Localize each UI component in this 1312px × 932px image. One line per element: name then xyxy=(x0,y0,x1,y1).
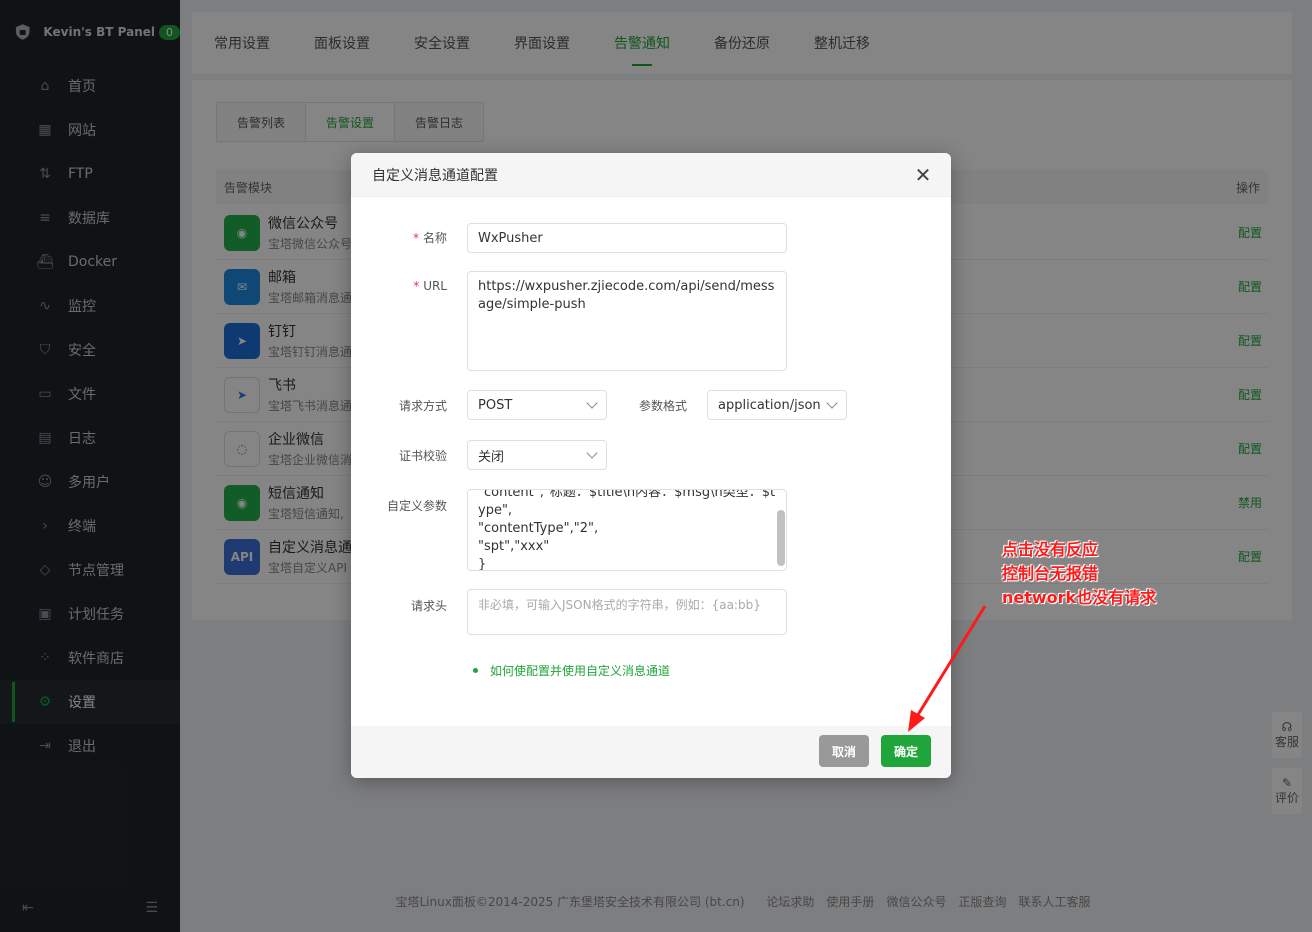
params-value: "content","标题：$title\n内容：$msg\n类型：$type"… xyxy=(478,489,776,571)
params-label: 自定义参数 xyxy=(386,499,447,513)
params-textarea[interactable]: "content","标题：$title\n内容：$msg\n类型：$type"… xyxy=(467,489,787,571)
help-link[interactable]: 如何使配置并使用自定义消息通道 xyxy=(473,662,670,679)
close-icon[interactable]: ✕ xyxy=(913,165,933,185)
cancel-button[interactable]: 取消 xyxy=(819,735,869,767)
modal-footer: 取消 确定 xyxy=(351,726,951,778)
custom-channel-modal: 自定义消息通道配置 ✕ * 名称 WxPusher * URL https://wx… xyxy=(351,153,951,778)
format-value: application/json xyxy=(718,397,821,413)
url-label: * URL xyxy=(413,279,447,293)
url-textarea[interactable]: https://wxpusher.zjiecode.com/api/send/m… xyxy=(467,271,787,371)
confirm-button[interactable]: 确定 xyxy=(881,735,931,767)
cert-value: 关闭 xyxy=(478,449,505,465)
scrollbar[interactable] xyxy=(777,510,785,566)
annotation-text: 点击没有反应 控制台无报错 network也没有请求 xyxy=(1002,540,1157,607)
chevron-down-icon xyxy=(586,447,598,459)
method-value: POST xyxy=(478,397,513,413)
cert-select[interactable]: 关闭 xyxy=(467,440,607,470)
name-input[interactable]: WxPusher xyxy=(467,223,787,253)
name-label: * 名称 xyxy=(412,231,447,245)
cert-label: 证书校验 xyxy=(398,449,447,463)
modal-title: 自定义消息通道配置 xyxy=(351,153,951,197)
method-label: 请求方式 xyxy=(398,399,447,413)
headers-label: 请求头 xyxy=(410,599,447,613)
method-select[interactable]: POST xyxy=(467,390,607,420)
headers-placeholder: 非必填，可输入JSON格式的字符串，例如：{aa:bb} xyxy=(478,598,761,612)
format-label: 参数格式 xyxy=(638,399,687,413)
format-select[interactable]: application/json xyxy=(707,390,847,420)
headers-textarea[interactable]: 非必填，可输入JSON格式的字符串，例如：{aa:bb} xyxy=(467,589,787,635)
bullet xyxy=(473,668,478,673)
chevron-down-icon xyxy=(826,397,838,409)
